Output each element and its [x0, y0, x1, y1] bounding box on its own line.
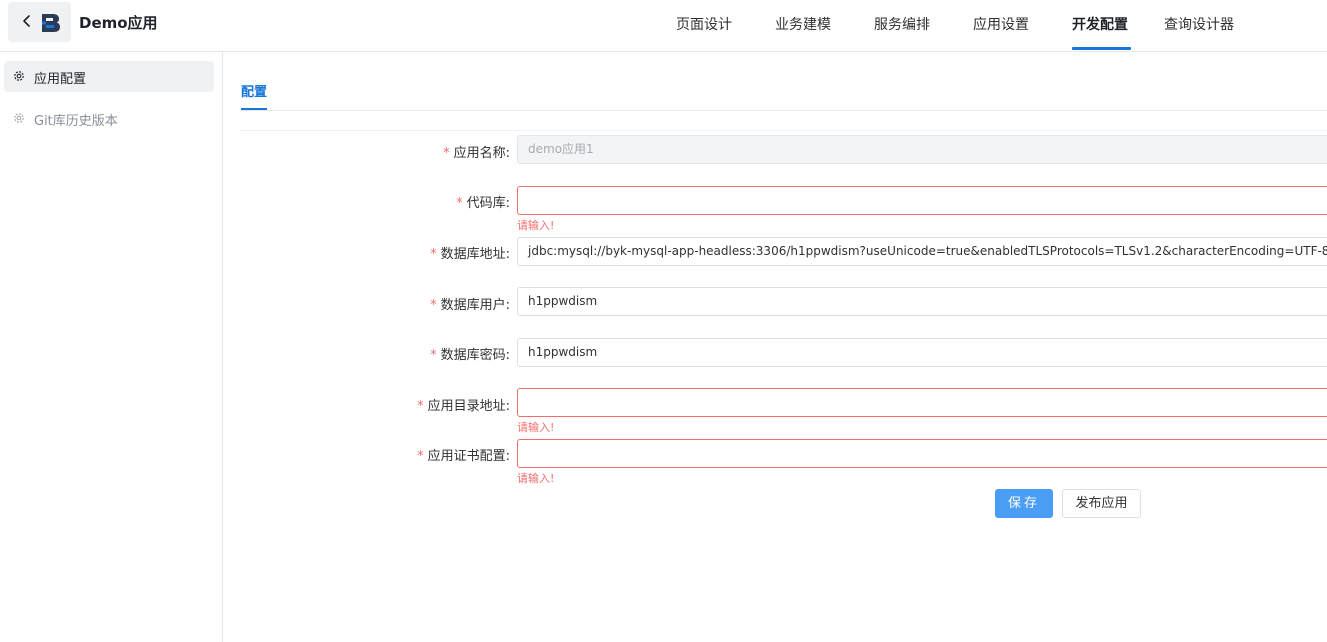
- db-url-label-text: 数据库地址:: [440, 247, 510, 262]
- db-password-label-text: 数据库密码:: [440, 348, 510, 363]
- app-cert-error: 请输入!: [517, 472, 555, 485]
- publish-app-button[interactable]: 发布应用: [1062, 489, 1141, 518]
- db-user-field[interactable]: h1ppwdism: [517, 287, 1327, 316]
- chevron-left-icon: [23, 15, 30, 27]
- sidebar-item-label: Git库历史版本: [34, 114, 118, 129]
- db-user-label: * 数据库用户:: [430, 294, 510, 313]
- gear-icon: [14, 71, 24, 81]
- app-dir-field[interactable]: [517, 388, 1327, 417]
- top-header: Demo应用 页面设计 业务建模 服务编排 应用设置 开发配置 查询设计器: [0, 0, 1327, 52]
- required-mark: *: [430, 298, 437, 313]
- app-dir-error: 请输入!: [517, 421, 555, 434]
- nav-business-modeling[interactable]: 业务建模: [775, 14, 831, 34]
- save-button[interactable]: 保存: [995, 489, 1053, 518]
- required-mark: *: [443, 146, 450, 161]
- db-user-label-text: 数据库用户:: [440, 298, 510, 313]
- nav-app-settings[interactable]: 应用设置: [973, 14, 1029, 34]
- nav-query-designer[interactable]: 查询设计器: [1164, 14, 1234, 34]
- sidebar-item-app-config[interactable]: 应用配置: [4, 61, 214, 92]
- gear-icon: [14, 113, 24, 123]
- nav-service-orchestration[interactable]: 服务编排: [874, 14, 930, 34]
- nav-page-design[interactable]: 页面设计: [676, 14, 732, 34]
- db-password-label: * 数据库密码:: [430, 344, 510, 363]
- app-cert-label-text: 应用证书配置:: [427, 449, 510, 464]
- app-dir-label-text: 应用目录地址:: [427, 399, 510, 414]
- app-name-field: demo应用1: [517, 135, 1327, 164]
- back-button[interactable]: [8, 2, 71, 42]
- code-repo-field[interactable]: [517, 186, 1327, 215]
- sidebar-item-label: 应用配置: [34, 72, 87, 87]
- required-mark: *: [417, 399, 424, 414]
- form-divider: [241, 130, 1327, 131]
- app-name-label: * 应用名称:: [443, 142, 510, 161]
- nav-dev-config[interactable]: 开发配置: [1072, 14, 1128, 34]
- app-cert-label: * 应用证书配置:: [417, 445, 510, 464]
- tab-config[interactable]: 配置: [241, 81, 267, 100]
- sidebar: 应用配置 Git库历史版本: [0, 52, 223, 642]
- required-mark: *: [430, 247, 437, 262]
- required-mark: *: [456, 196, 463, 211]
- app-logo-icon: [42, 14, 60, 32]
- nav-active-indicator: [1072, 47, 1131, 50]
- code-repo-label-text: 代码库:: [466, 196, 510, 211]
- db-url-field[interactable]: jdbc:mysql://byk-mysql-app-headless:3306…: [517, 237, 1327, 266]
- required-mark: *: [430, 348, 437, 363]
- sidebar-item-git-history[interactable]: Git库历史版本: [4, 103, 214, 134]
- code-repo-label: * 代码库:: [456, 192, 510, 211]
- tab-divider: [241, 110, 1327, 111]
- app-cert-field[interactable]: [517, 439, 1327, 468]
- app-name-label-text: 应用名称:: [453, 146, 510, 161]
- app-dir-label: * 应用目录地址:: [417, 395, 510, 414]
- db-url-label: * 数据库地址:: [430, 243, 510, 262]
- code-repo-error: 请输入!: [517, 219, 555, 232]
- required-mark: *: [417, 449, 424, 464]
- db-password-field[interactable]: h1ppwdism: [517, 338, 1327, 367]
- app-title: Demo应用: [79, 14, 158, 32]
